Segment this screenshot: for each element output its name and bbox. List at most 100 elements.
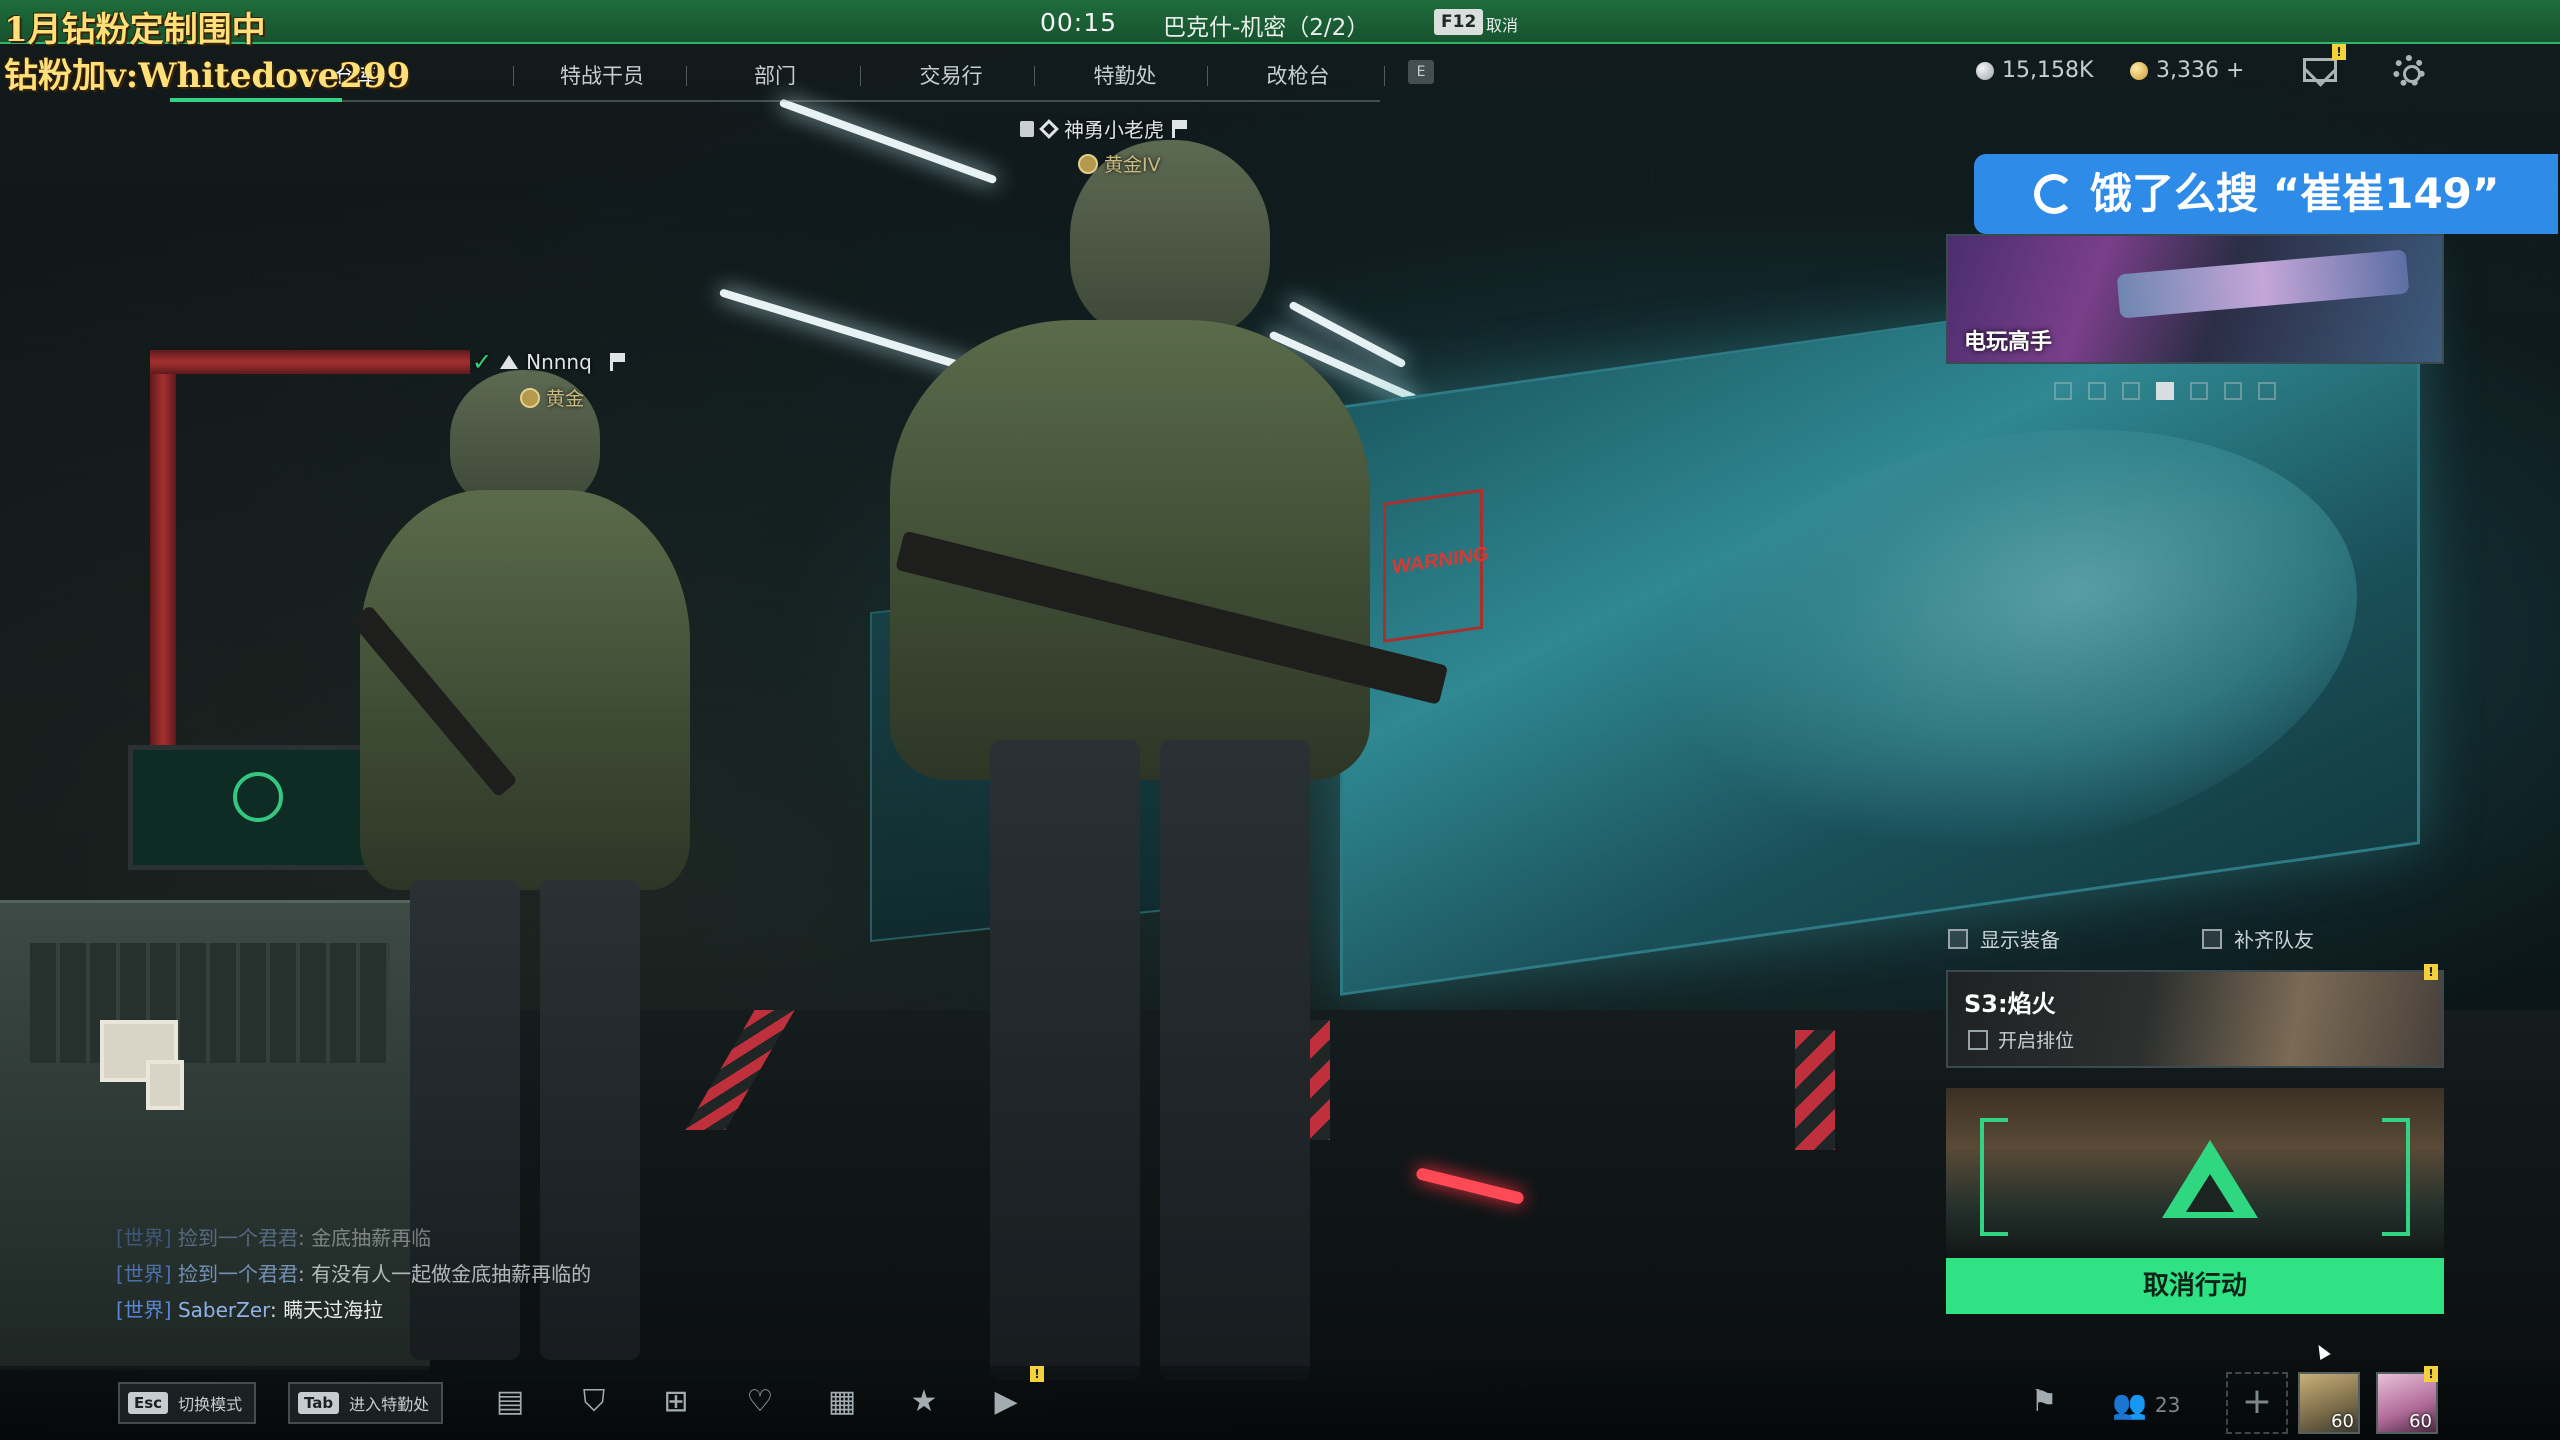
nav-divider	[1384, 66, 1385, 86]
queue-timer: 00:15	[1040, 8, 1118, 37]
nav-item-operators[interactable]: 特战干员	[527, 60, 677, 90]
event-ad-card[interactable]: 电玩高手	[1946, 234, 2444, 364]
nav-item-gunsmith[interactable]: 改枪台	[1223, 60, 1373, 90]
season-mode-card[interactable]: S3:焰火 开启排位	[1946, 970, 2444, 1068]
avatar-level: 60	[2331, 1411, 2354, 1432]
carousel-dot[interactable]	[2224, 382, 2242, 400]
leader-nameplate[interactable]: 神勇小老虎	[1020, 114, 1188, 143]
cancel-action-button[interactable]: 取消行动	[1946, 1258, 2444, 1314]
nav-divider	[686, 66, 687, 86]
show-gear-label: 显示装备	[1980, 928, 2060, 952]
nav-item-department[interactable]: 部门	[700, 60, 850, 90]
eleme-logo-icon	[2034, 174, 2074, 214]
chat-sender[interactable]: SaberZer	[178, 1298, 270, 1322]
chat-text: 瞒天过海拉	[283, 1298, 384, 1322]
match-status-bar: 00:15 巴克什-机密（2/2） F12 取消	[0, 0, 2560, 44]
carousel-dot[interactable]	[2190, 382, 2208, 400]
show-gear-checkbox[interactable]: 显示装备	[1948, 924, 2060, 953]
star-box-icon[interactable]: ★	[904, 1384, 944, 1420]
nav-item-special-ops[interactable]: 特勤处	[1050, 60, 1200, 90]
play-icon[interactable]: ▶	[986, 1384, 1026, 1420]
chat-sender[interactable]: 捡到一个君君	[178, 1226, 298, 1250]
teammate-nameplate[interactable]: ✓ Nnnnq	[472, 348, 626, 376]
deploy-map-preview[interactable]	[1946, 1088, 2444, 1258]
chat-text: 金底抽薪再临	[311, 1226, 432, 1250]
diamond-icon	[1039, 118, 1059, 139]
checkbox-box	[2202, 928, 2222, 949]
nav-next-key[interactable]: E	[1408, 60, 1434, 84]
ceiling-light	[778, 98, 998, 185]
carousel-dot[interactable]	[2054, 382, 2072, 400]
tab-key: Tab	[298, 1392, 340, 1414]
cancel-queue-link[interactable]: 取消	[1486, 12, 1518, 36]
sponsor-banner: 饿了么搜 “崔崔149”	[1974, 154, 2558, 234]
ready-check-icon: ✓	[472, 348, 493, 376]
mail-icon[interactable]	[2303, 58, 2337, 82]
switch-mode-hotkey[interactable]: Esc 切换模式	[118, 1382, 257, 1424]
warning-text: WARNING	[1392, 542, 1489, 579]
chevron-rank-icon	[500, 355, 519, 369]
heart-badge-icon[interactable]: ♡	[740, 1384, 780, 1420]
avatar-alert-badge: !	[2424, 1366, 2438, 1382]
chat-message: [世界] 捡到一个君君: 有没有人一起做金底抽薪再临的	[116, 1262, 592, 1286]
hazard-stripe	[1795, 1030, 1835, 1150]
delta-logo-inner	[2186, 1174, 2234, 1212]
chat-channel: [世界]	[116, 1298, 172, 1322]
cart-icon[interactable]: ⊞	[656, 1384, 696, 1420]
silver-amount: 15,158K	[2002, 58, 2094, 83]
nav-divider	[1207, 66, 1208, 86]
nav-item-trade[interactable]: 交易行	[876, 60, 1026, 90]
wall-display-screen: WARNING	[1340, 254, 2420, 996]
flag-icon	[1172, 119, 1188, 138]
teammate-rank-label: 黄金	[546, 388, 585, 410]
chat-channel: [世界]	[116, 1262, 172, 1286]
frame-bracket	[1980, 1118, 2008, 1236]
esc-key: Esc	[128, 1392, 169, 1414]
avatar[interactable]: 60	[2298, 1372, 2360, 1434]
weapon-skin-image	[2116, 249, 2410, 319]
sponsor-banner-text: 饿了么搜 “崔崔149”	[2090, 169, 2500, 218]
nav-divider	[513, 66, 514, 86]
mail-alert-badge: !	[2332, 44, 2346, 60]
enter-special-ops-hotkey[interactable]: Tab 进入特勤处	[288, 1382, 444, 1424]
chat-message: [世界] SaberZer: 瞒天过海拉	[116, 1298, 384, 1322]
gear-icon[interactable]	[2393, 55, 2425, 87]
party-friends[interactable]: 👥 23	[2112, 1388, 2180, 1421]
event-ad-title: 电玩高手	[1964, 330, 2053, 355]
ranked-label: 开启排位	[1998, 1030, 2075, 1052]
gold-currency[interactable]: 3,336 +	[2130, 58, 2244, 83]
fill-team-checkbox[interactable]: 补齐队友	[2202, 924, 2314, 953]
ranked-toggle[interactable]: 开启排位	[1968, 1026, 2074, 1053]
carousel-dot-active[interactable]	[2156, 382, 2174, 400]
play-alert-badge: !	[1030, 1366, 1044, 1382]
avatar-level: 60	[2409, 1411, 2432, 1432]
teammate-name: Nnnnq	[526, 350, 592, 374]
calendar-icon[interactable]: ▦	[822, 1384, 862, 1420]
fill-team-label: 补齐队友	[2234, 928, 2314, 952]
silver-currency[interactable]: 15,158K	[1976, 58, 2093, 83]
ad-carousel-dots	[2054, 382, 2276, 400]
leader-rank-label: 黄金IV	[1104, 154, 1161, 176]
nav-divider	[860, 66, 861, 86]
frame-bracket	[2382, 1118, 2410, 1236]
flag-icon	[609, 353, 626, 371]
lock-icon	[1020, 120, 1034, 137]
pinned-photo	[146, 1060, 184, 1110]
world-chat: [世界] 捡到一个君君: 金底抽薪再临 [世界] 捡到一个君君: 有没有人一起做…	[116, 1220, 591, 1328]
add-teammate-slot[interactable]: +	[2226, 1372, 2288, 1434]
ceiling-light	[1288, 300, 1407, 369]
carousel-dot[interactable]	[2122, 382, 2140, 400]
rank-badge-icon	[1078, 153, 1098, 174]
carousel-dot[interactable]	[2088, 382, 2106, 400]
shield-icon[interactable]: ⛉	[574, 1384, 614, 1420]
map-mode-label: 巴克什-机密（2/2）	[1163, 15, 1370, 41]
carousel-dot[interactable]	[2258, 382, 2276, 400]
flag-icon[interactable]: ⚑	[2024, 1384, 2064, 1420]
chat-icon[interactable]: ▤	[490, 1384, 530, 1420]
nav-divider	[1034, 66, 1035, 86]
monitor-logo-icon	[233, 772, 283, 822]
warning-sign: WARNING	[1383, 488, 1489, 643]
rank-badge-icon	[520, 387, 540, 408]
people-icon: 👥	[2112, 1388, 2147, 1421]
chat-sender[interactable]: 捡到一个君君	[178, 1262, 298, 1286]
